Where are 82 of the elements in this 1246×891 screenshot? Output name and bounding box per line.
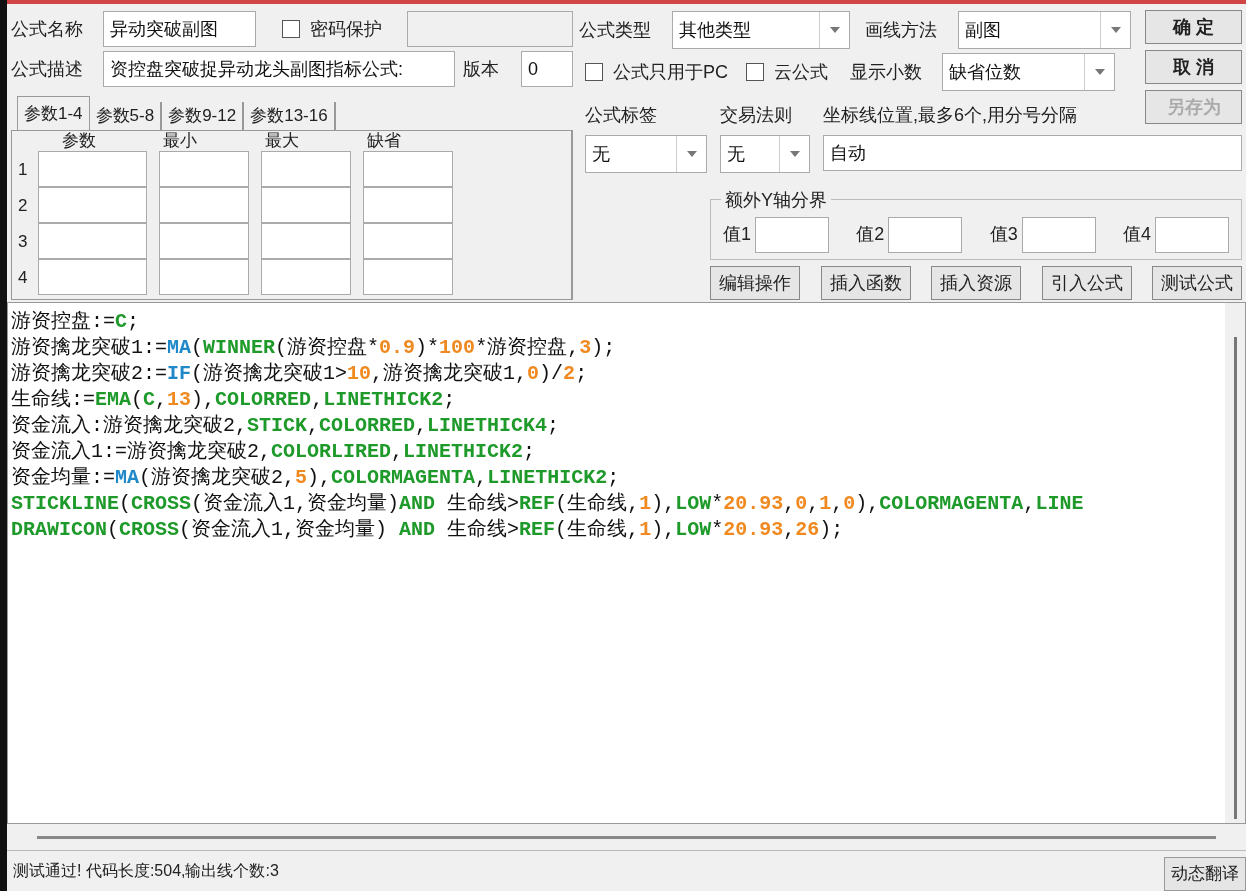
field-label: 公式类型 — [579, 18, 652, 42]
translate-button[interactable]: 动态翻译 — [1164, 857, 1246, 891]
type-dropdown[interactable]: 其他类型 — [672, 11, 850, 49]
parameter-field[interactable] — [363, 187, 453, 223]
column-header: 最大 — [264, 131, 300, 151]
dialog-button[interactable]: 取 消 — [1145, 50, 1242, 84]
field-label: 值4 — [1123, 223, 1151, 246]
bound-field[interactable] — [1021, 216, 1096, 253]
field-label: 版本 — [463, 57, 499, 81]
draw-method-dropdown[interactable]: 副图 — [958, 11, 1131, 49]
code-line: 游资控盘:=C; — [11, 309, 141, 335]
caret-icon — [1094, 69, 1105, 75]
field-label: 云公式 — [774, 60, 828, 84]
toolbar-button[interactable]: 引入公式 — [1041, 266, 1132, 300]
field-label: 公式名称 — [11, 17, 84, 41]
code-line: 资金流入:游资擒龙突破2,STICK,COLORRED,LINETHICK4; — [11, 413, 561, 439]
caret-icon — [789, 151, 800, 157]
parameter-field[interactable] — [261, 259, 351, 295]
row-number: 3 — [18, 230, 29, 253]
field-label: 公式描述 — [11, 57, 84, 81]
checkbox[interactable] — [585, 63, 603, 81]
field-label: 显示小数 — [850, 60, 923, 84]
parameter-field[interactable] — [363, 259, 453, 295]
field-label: 坐标线位置,最多6个,用分号分隔 — [823, 104, 1077, 127]
axis-field[interactable]: 自动 — [823, 135, 1242, 171]
password-field[interactable] — [407, 11, 573, 47]
caret-icon — [686, 151, 697, 157]
row-number: 4 — [18, 266, 29, 289]
column-header: 最小 — [162, 131, 198, 151]
field-label: 交易法则 — [720, 104, 793, 127]
dialog-button[interactable]: 确 定 — [1145, 10, 1242, 44]
parameter-field[interactable] — [38, 151, 147, 187]
code-line: 资金流入1:=游资擒龙突破2,COLORLIRED,LINETHICK2; — [11, 439, 537, 465]
row-number: 2 — [18, 194, 29, 217]
field-label: 公式标签 — [585, 104, 658, 127]
decimals-dropdown[interactable]: 缺省位数 — [942, 53, 1115, 91]
toolbar-button[interactable]: 测试公式 — [1152, 266, 1242, 300]
field-label: 值3 — [989, 223, 1018, 246]
code-line: STICKLINE(CROSS(资金流入1,资金均量)AND 生命线>REF(生命线,1),LOW*20.93,0,1,0),COLORMAGENTA,LINE — [11, 491, 1085, 517]
field-label: 值2 — [856, 223, 885, 246]
bound-field[interactable] — [888, 216, 963, 253]
parameter-field[interactable] — [159, 259, 249, 295]
parameter-field[interactable] — [261, 187, 351, 223]
checkbox[interactable] — [282, 20, 300, 38]
bound-field[interactable] — [755, 216, 829, 253]
rule-dropdown[interactable]: 无 — [720, 135, 810, 173]
description-field[interactable]: 资控盘突破捉异动龙头副图指标公式: — [103, 51, 455, 87]
caret-icon — [1110, 27, 1121, 33]
code-line: DRAWICON(CROSS(资金流入1,资金均量) AND 生命线>REF(生命线,1),LOW*20.93,26); — [11, 517, 845, 543]
toolbar-button[interactable]: 编辑操作 — [710, 266, 800, 300]
parameter-field[interactable] — [261, 151, 351, 187]
parameter-field[interactable] — [363, 151, 453, 187]
column-header: 缺省 — [366, 131, 402, 151]
toolbar-button[interactable]: 插入资源 — [931, 266, 1021, 300]
code-line: 游资擒龙突破1:=MA(WINNER(游资控盘*0.9)*100*游资控盘,3); — [11, 335, 617, 361]
version-field[interactable]: 0 — [521, 51, 573, 87]
bound-field[interactable] — [1155, 216, 1229, 253]
parameter-field[interactable] — [38, 259, 147, 295]
name-field[interactable]: 异动突破副图 — [103, 11, 256, 47]
parameter-tab[interactable]: 参数1-4 — [17, 96, 90, 130]
status-text: 测试通过! 代码长度:504,输出线个数:3 — [13, 861, 280, 881]
checkbox[interactable] — [746, 63, 764, 81]
parameter-field[interactable] — [159, 187, 249, 223]
field-label: 密码保护 — [310, 17, 382, 41]
parameter-field[interactable] — [38, 223, 147, 259]
parameter-field[interactable] — [261, 223, 351, 259]
code-line: 资金均量:=MA(游资擒龙突破2,5),COLORMAGENTA,LINETHICK2; — [11, 465, 621, 491]
parameter-field[interactable] — [159, 151, 249, 187]
row-number: 1 — [18, 158, 29, 181]
code-line: 生命线:=EMA(C,13),COLORRED,LINETHICK2; — [11, 387, 457, 413]
column-header: 参数 — [61, 131, 97, 151]
field-label: 值1 — [723, 223, 751, 246]
toolbar-button[interactable]: 插入函数 — [820, 266, 911, 300]
caret-icon — [829, 27, 840, 33]
code-line: 游资擒龙突破2:=IF(游资擒龙突破1>10,游资擒龙突破1,0)/2; — [11, 361, 589, 387]
parameter-field[interactable] — [363, 223, 453, 259]
field-label: 公式只用于PC — [613, 60, 728, 84]
tag-dropdown[interactable]: 无 — [585, 135, 707, 173]
field-label: 画线方法 — [865, 18, 938, 42]
parameter-field[interactable] — [159, 223, 249, 259]
code-editor[interactable] — [8, 303, 1225, 823]
parameter-field[interactable] — [38, 187, 147, 223]
